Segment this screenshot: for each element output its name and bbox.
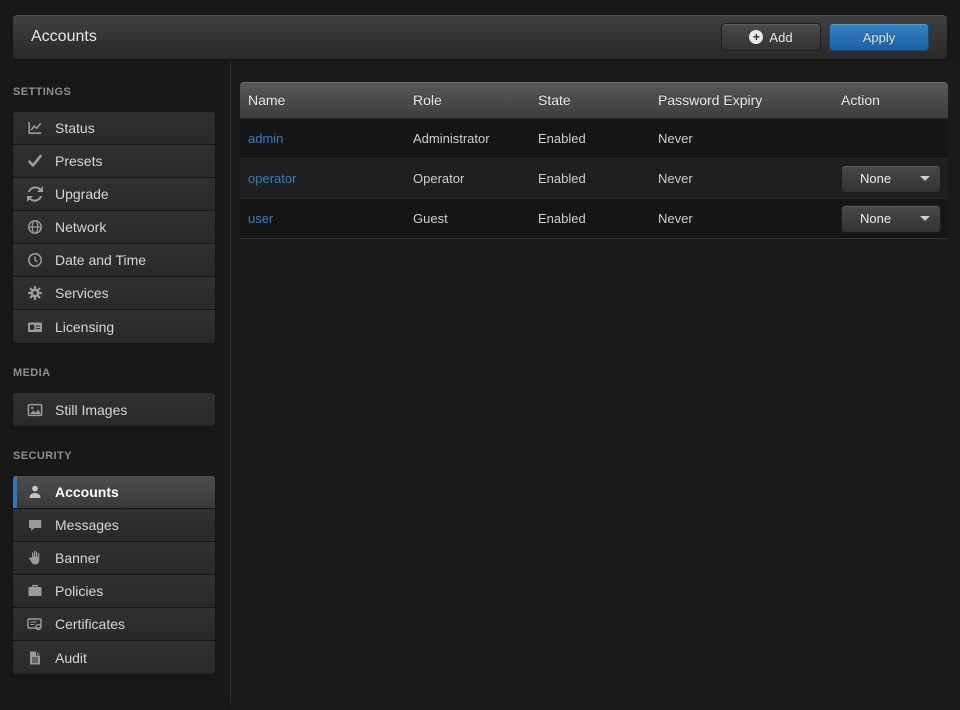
table-row: operator Operator Enabled Never None <box>240 158 948 198</box>
action-cell: None <box>835 205 948 233</box>
nav-group-media: Still Images <box>12 392 216 427</box>
user-icon <box>27 484 43 500</box>
refresh-icon <box>27 186 43 202</box>
briefcase-icon <box>27 583 43 599</box>
column-header-state: State <box>530 92 650 108</box>
sidebar-item-accounts[interactable]: Accounts <box>13 476 215 509</box>
apply-button-label: Apply <box>863 30 896 45</box>
sidebar-item-upgrade[interactable]: Upgrade <box>13 178 215 211</box>
action-dropdown-value: None <box>860 171 920 186</box>
globe-icon <box>27 219 43 235</box>
checkmark-icon <box>27 153 43 169</box>
state-cell: Enabled <box>530 171 650 186</box>
apply-button[interactable]: Apply <box>829 23 929 51</box>
sidebar-item-certificates[interactable]: Certificates <box>13 608 215 641</box>
section-label-security: SECURITY <box>13 450 216 462</box>
table-header-row: Name Role State Password Expiry Action <box>240 82 948 118</box>
action-dropdown[interactable]: None <box>841 165 941 193</box>
gear-icon <box>27 285 43 301</box>
license-card-icon <box>27 319 43 335</box>
sidebar-item-policies[interactable]: Policies <box>13 575 215 608</box>
sidebar-section-settings: SETTINGS Status Presets Upgrade <box>12 86 216 344</box>
sidebar-item-label: Accounts <box>55 484 119 500</box>
sidebar-item-label: Certificates <box>55 616 125 632</box>
sidebar-item-still-images[interactable]: Still Images <box>13 393 215 426</box>
section-label-media: MEDIA <box>13 367 216 379</box>
chevron-down-icon <box>920 216 930 221</box>
table-row: user Guest Enabled Never None <box>240 198 948 238</box>
chevron-down-icon <box>920 176 930 181</box>
sidebar-item-label: Banner <box>55 550 100 566</box>
accounts-table: Name Role State Password Expiry Action a… <box>240 82 948 239</box>
document-icon <box>27 650 43 666</box>
username-link[interactable]: user <box>248 211 273 226</box>
sidebar: SETTINGS Status Presets Upgrade <box>12 60 216 675</box>
action-dropdown[interactable]: None <box>841 205 941 233</box>
sidebar-item-label: Status <box>55 120 95 136</box>
sidebar-item-label: Upgrade <box>55 186 109 202</box>
state-cell: Enabled <box>530 131 650 146</box>
password-expiry-cell: Never <box>650 131 835 146</box>
nav-group-security: Accounts Messages Banner Policies <box>12 475 216 675</box>
page-title: Accounts <box>31 28 97 46</box>
sidebar-item-label: Still Images <box>55 402 127 418</box>
sidebar-item-banner[interactable]: Banner <box>13 542 215 575</box>
add-button[interactable]: + Add <box>721 23 821 51</box>
sidebar-item-network[interactable]: Network <box>13 211 215 244</box>
sidebar-section-media: MEDIA Still Images <box>12 367 216 427</box>
sidebar-item-label: Audit <box>55 650 87 666</box>
action-cell: None <box>835 165 948 193</box>
table-row: admin Administrator Enabled Never <box>240 118 948 158</box>
page-header: Accounts + Add Apply <box>12 14 948 60</box>
role-cell: Administrator <box>405 131 530 146</box>
hand-icon <box>27 550 43 566</box>
sidebar-item-label: Messages <box>55 517 119 533</box>
add-button-label: Add <box>769 30 792 45</box>
sidebar-item-label: Services <box>55 285 109 301</box>
sidebar-item-licensing[interactable]: Licensing <box>13 310 215 343</box>
role-cell: Operator <box>405 171 530 186</box>
sidebar-item-messages[interactable]: Messages <box>13 509 215 542</box>
column-header-password-expiry: Password Expiry <box>650 92 835 108</box>
clock-icon <box>27 252 43 268</box>
sidebar-item-label: Policies <box>55 583 103 599</box>
speech-bubble-icon <box>27 517 43 533</box>
plus-icon: + <box>749 30 763 44</box>
username-link[interactable]: operator <box>248 171 296 186</box>
nav-group-settings: Status Presets Upgrade Network <box>12 111 216 344</box>
sidebar-item-label: Licensing <box>55 319 114 335</box>
password-expiry-cell: Never <box>650 171 835 186</box>
state-cell: Enabled <box>530 211 650 226</box>
status-chart-icon <box>27 120 43 136</box>
column-header-role: Role <box>405 92 530 108</box>
column-header-action: Action <box>835 92 948 108</box>
section-label-settings: SETTINGS <box>13 86 216 98</box>
sidebar-item-presets[interactable]: Presets <box>13 145 215 178</box>
action-dropdown-value: None <box>860 211 920 226</box>
sidebar-item-label: Network <box>55 219 106 235</box>
sidebar-section-security: SECURITY Accounts Messages Banner <box>12 450 216 675</box>
sidebar-item-label: Presets <box>55 153 102 169</box>
column-header-name: Name <box>240 92 405 108</box>
sidebar-divider <box>230 62 231 702</box>
role-cell: Guest <box>405 211 530 226</box>
certificate-icon <box>27 616 43 632</box>
sidebar-item-services[interactable]: Services <box>13 277 215 310</box>
username-link[interactable]: admin <box>248 131 283 146</box>
image-icon <box>27 402 43 418</box>
password-expiry-cell: Never <box>650 211 835 226</box>
sidebar-item-status[interactable]: Status <box>13 112 215 145</box>
sidebar-item-audit[interactable]: Audit <box>13 641 215 674</box>
sidebar-item-date-time[interactable]: Date and Time <box>13 244 215 277</box>
sidebar-item-label: Date and Time <box>55 252 146 268</box>
